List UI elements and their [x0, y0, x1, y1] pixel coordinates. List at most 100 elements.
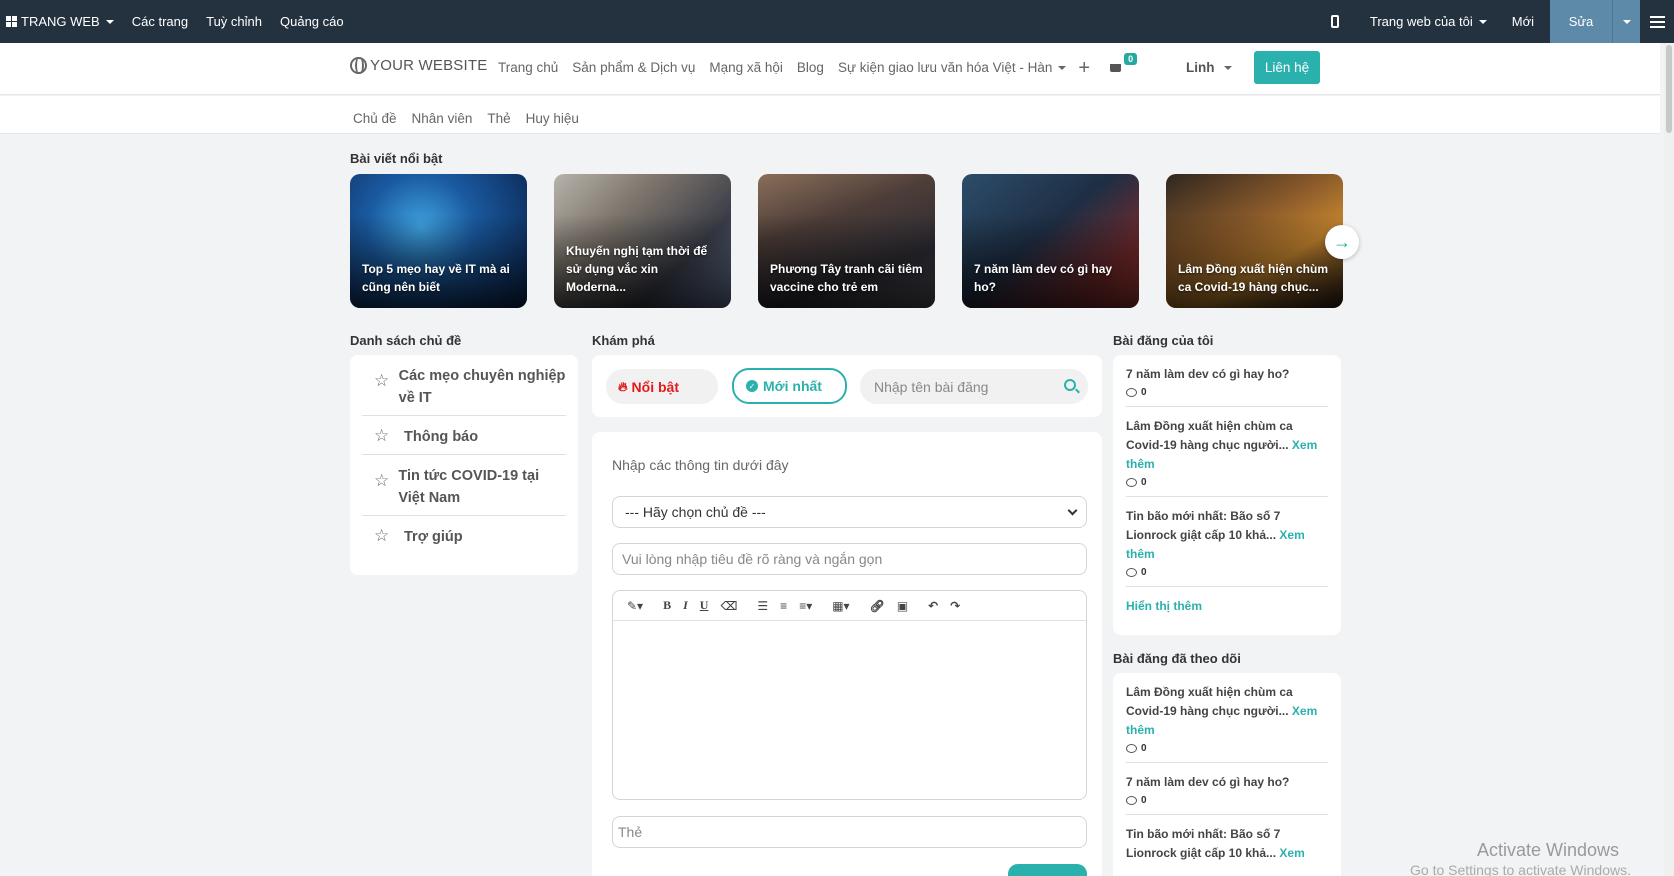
- hamburger-menu-icon[interactable]: [1640, 0, 1674, 43]
- add-menu-item-icon[interactable]: +: [1078, 58, 1090, 78]
- edit-button[interactable]: Sửa: [1550, 0, 1612, 43]
- subnav-employees[interactable]: Nhân viên: [412, 111, 473, 126]
- new-post-form: Nhập các thông tin dưới đây --- Hãy chọn…: [592, 432, 1102, 876]
- my-website-dropdown[interactable]: Trang web của tôi: [1361, 0, 1496, 43]
- featured-card[interactable]: Khuyến nghị tạm thời để sử dụng vắc xin …: [554, 174, 731, 308]
- star-icon[interactable]: ☆: [374, 526, 404, 546]
- underline-icon[interactable]: U: [700, 598, 709, 613]
- featured-card-title: Khuyến nghị tạm thời để sử dụng vắc xin …: [566, 244, 708, 294]
- topic-item[interactable]: ☆ Các mẹo chuyên nghiệp về IT: [362, 355, 566, 416]
- topic-select[interactable]: --- Hãy chọn chủ đề ---: [612, 496, 1087, 528]
- tags-input[interactable]: Thẻ: [612, 816, 1087, 848]
- site-logo[interactable]: YOUR WEBSITE: [350, 57, 487, 74]
- show-more-link[interactable]: Hiển thị thêm: [1126, 587, 1328, 613]
- magic-wand-icon[interactable]: ✎▾: [627, 599, 643, 613]
- tags-placeholder: Thẻ: [618, 824, 643, 840]
- star-icon[interactable]: ☆: [374, 471, 398, 491]
- comment-count: 0: [1126, 743, 1328, 754]
- image-icon[interactable]: ▣: [897, 599, 908, 613]
- featured-card[interactable]: Top 5 mẹo hay về IT mà ai cũng nên biết: [350, 174, 527, 308]
- nav-blog[interactable]: Blog: [797, 60, 824, 75]
- submit-post-button[interactable]: [1008, 864, 1087, 876]
- comment-count: 0: [1126, 795, 1328, 806]
- caret-down-icon: [1478, 19, 1487, 24]
- list-item[interactable]: Tin bão mới nhất: Bão số 7 Lionrock giật…: [1126, 815, 1328, 871]
- user-menu[interactable]: Linh: [1186, 60, 1233, 75]
- cart-count-badge: 0: [1124, 53, 1138, 65]
- followed-posts-list: Lâm Đồng xuất hiện chùm ca Covid-19 hàng…: [1113, 673, 1341, 876]
- comment-count-value: 0: [1141, 387, 1147, 398]
- new-button[interactable]: Mới: [1496, 0, 1550, 43]
- topic-label: Trợ giúp: [404, 529, 463, 545]
- followed-posts-title: Bài đăng đã theo dõi: [1113, 651, 1241, 666]
- featured-card[interactable]: Lâm Đồng xuất hiện chùm ca Covid-19 hàng…: [1166, 174, 1343, 308]
- tab-featured[interactable]: 🔥︎ Nổi bật: [606, 369, 718, 404]
- list-item[interactable]: Lâm Đồng xuất hiện chùm ca Covid-19 hàng…: [1126, 673, 1328, 763]
- admin-menu-promote[interactable]: Quảng cáo: [271, 0, 353, 43]
- contact-button[interactable]: Liên hệ: [1254, 51, 1320, 84]
- caret-down-icon[interactable]: [1058, 65, 1067, 70]
- comment-icon: [1126, 568, 1137, 577]
- chevron-down-icon: [1067, 505, 1078, 516]
- subnav-badges[interactable]: Huy hiệu: [526, 111, 579, 126]
- eraser-icon[interactable]: ⌫: [720, 599, 737, 613]
- subnav-topics[interactable]: Chủ đề: [353, 111, 397, 126]
- redo-icon[interactable]: ↷: [950, 599, 960, 613]
- rich-text-editor[interactable]: ✎▾ B I U ⌫ ☰ ≡ ≡▾ ▦▾ 🔗︎ ▣ ↶ ↷: [612, 590, 1087, 800]
- topic-item[interactable]: ☆ Trợ giúp: [362, 516, 566, 554]
- read-more-link[interactable]: Xem: [1279, 846, 1304, 860]
- list-item[interactable]: Lâm Đồng xuất hiện chùm ca Covid-19 hàng…: [1126, 407, 1328, 497]
- tab-newest[interactable]: ✓ Mới nhất: [732, 368, 847, 404]
- numbered-list-icon[interactable]: ≡: [780, 599, 787, 613]
- nav-home[interactable]: Trang chủ: [498, 60, 558, 75]
- apps-menu-button[interactable]: TRANG WEB: [0, 0, 123, 43]
- post-search-input[interactable]: Nhập tên bài đăng: [860, 369, 1088, 404]
- edit-dropdown-toggle[interactable]: [1612, 0, 1640, 43]
- caret-down-icon: [1224, 66, 1233, 71]
- comment-count-value: 0: [1141, 567, 1147, 578]
- post-title-text: Lâm Đồng xuất hiện chùm ca Covid-19 hàng…: [1126, 419, 1293, 452]
- cart-icon[interactable]: 0: [1110, 53, 1138, 75]
- admin-menu-pages[interactable]: Các trang: [123, 0, 197, 43]
- activation-watermark-title: Activate Windows: [1477, 840, 1620, 860]
- post-title: 7 năm làm dev có gì hay ho?: [1126, 773, 1328, 792]
- undo-icon[interactable]: ↶: [928, 599, 938, 613]
- subnav-tags[interactable]: Thẻ: [487, 111, 510, 126]
- featured-card[interactable]: 7 năm làm dev có gì hay ho?: [962, 174, 1139, 308]
- post-title-input[interactable]: Vui lòng nhập tiêu đề rõ ràng và ngắn gọ…: [612, 543, 1087, 575]
- nav-events[interactable]: Sự kiện giao lưu văn hóa Việt - Hàn: [838, 60, 1052, 75]
- page-scrollbar[interactable]: [1664, 43, 1674, 876]
- bold-icon[interactable]: B: [663, 598, 671, 613]
- featured-card-title: Top 5 mẹo hay về IT mà ai cũng nên biết: [362, 262, 510, 294]
- star-icon[interactable]: ☆: [374, 371, 399, 391]
- bullet-list-icon[interactable]: ☰: [757, 599, 768, 613]
- check-circle-icon: ✓: [746, 380, 758, 392]
- site-header: YOUR WEBSITE Trang chủ Sản phẩm & Dịch v…: [0, 43, 1660, 95]
- list-item[interactable]: Tin bão mới nhất: Bão số 7 Lionrock giật…: [1126, 497, 1328, 587]
- list-item[interactable]: 7 năm làm dev có gì hay ho? 0: [1126, 763, 1328, 815]
- nav-social[interactable]: Mạng xã hội: [709, 60, 783, 75]
- topic-item[interactable]: ☆ Thông báo: [362, 416, 566, 455]
- admin-menu-customize[interactable]: Tuỳ chỉnh: [197, 0, 271, 43]
- scrollbar-thumb[interactable]: [1666, 45, 1672, 133]
- nav-products[interactable]: Sản phẩm & Dịch vụ: [572, 60, 695, 75]
- featured-title: Bài viết nổi bật: [350, 151, 443, 166]
- carousel-next-arrow-icon[interactable]: →: [1325, 225, 1359, 259]
- table-icon[interactable]: ▦▾: [832, 599, 849, 613]
- admin-bar: TRANG WEB Các trang Tuỳ chỉnh Quảng cáo …: [0, 0, 1674, 43]
- link-icon[interactable]: 🔗︎: [870, 599, 885, 613]
- topic-item[interactable]: ☆ Tin tức COVID-19 tại Việt Nam: [362, 455, 566, 516]
- align-icon[interactable]: ≡▾: [799, 599, 812, 613]
- star-icon[interactable]: ☆: [374, 426, 404, 446]
- apps-grid-icon: [6, 16, 17, 27]
- italic-icon[interactable]: I: [683, 598, 688, 613]
- list-item[interactable]: 7 năm làm dev có gì hay ho? 0: [1126, 355, 1328, 407]
- post-title-text: Lâm Đồng xuất hiện chùm ca Covid-19 hàng…: [1126, 685, 1293, 718]
- post-title: 7 năm làm dev có gì hay ho?: [1126, 365, 1328, 384]
- featured-card[interactable]: Phương Tây tranh cãi tiêm vaccine cho tr…: [758, 174, 935, 308]
- my-posts-title: Bài đăng của tôi: [1113, 333, 1214, 348]
- activation-watermark-subtitle: Go to Settings to activate Windows.: [1410, 862, 1631, 876]
- search-icon[interactable]: [1064, 379, 1076, 391]
- mobile-preview-icon[interactable]: [1330, 15, 1339, 28]
- comment-icon: [1126, 744, 1137, 753]
